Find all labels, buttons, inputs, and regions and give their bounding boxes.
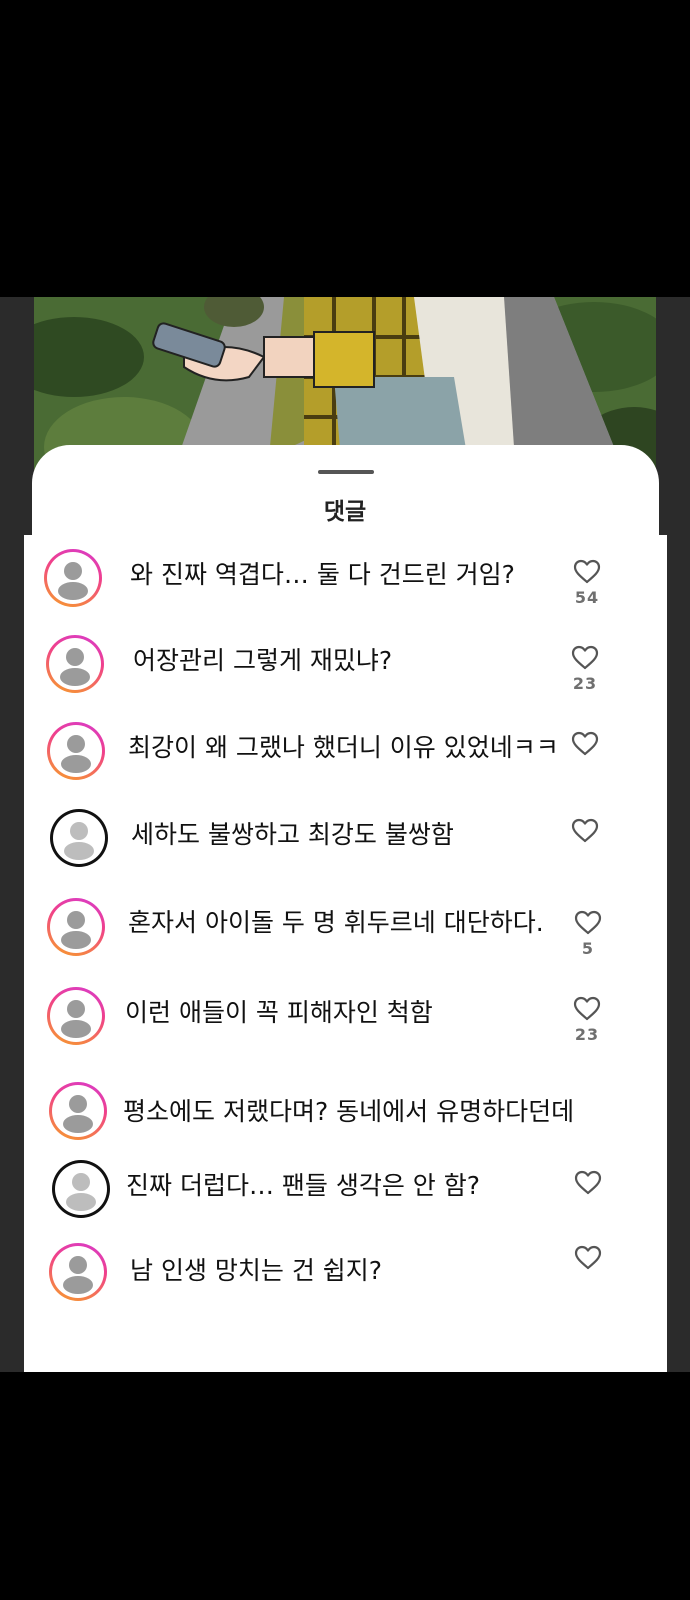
- user-icon: [52, 1246, 104, 1298]
- avatar[interactable]: [47, 722, 105, 780]
- like-count: 23: [572, 674, 598, 693]
- like-button[interactable]: 5: [568, 910, 608, 958]
- drag-handle[interactable]: [318, 470, 374, 474]
- comment-text: 평소에도 저랬다며? 동네에서 유명하다던데: [123, 1097, 575, 1126]
- like-button[interactable]: 23: [567, 996, 607, 1044]
- comment-text: 진짜 더럽다… 팬들 생각은 안 함?: [126, 1171, 481, 1200]
- avatar[interactable]: [49, 1082, 107, 1140]
- comment-text: 이런 애들이 꼭 피해자인 척함: [125, 998, 433, 1027]
- like-button[interactable]: 23: [565, 645, 605, 693]
- like-count: 5: [581, 939, 595, 958]
- like-button[interactable]: [565, 731, 605, 760]
- comment-item: 최강이 왜 그랬나 했더니 이유 있었네ㅋㅋ: [0, 719, 690, 799]
- like-count: 23: [574, 1025, 600, 1044]
- comment-item: 어장관리 그렇게 재밌냐? 23: [0, 633, 690, 713]
- heart-icon: [574, 910, 602, 935]
- avatar[interactable]: [50, 809, 108, 867]
- user-icon: [49, 638, 101, 690]
- comment-item: 와 진짜 역겹다… 둘 다 건드린 거임? 54: [0, 546, 690, 626]
- heart-icon: [571, 645, 599, 670]
- like-button[interactable]: [568, 1245, 608, 1274]
- avatar[interactable]: [47, 898, 105, 956]
- heart-icon: [574, 1245, 602, 1270]
- comment-text: 세하도 불쌍하고 최강도 불쌍함: [131, 820, 454, 849]
- comment-item: 진짜 더럽다… 팬들 생각은 안 함?: [0, 1157, 690, 1237]
- user-icon: [53, 812, 105, 864]
- comment-item: 혼자서 아이돌 두 명 휘두르네 대단하다. 5: [0, 895, 690, 975]
- heart-icon: [571, 731, 599, 756]
- comment-text: 최강이 왜 그랬나 했더니 이유 있었네ㅋㅋ: [128, 733, 559, 762]
- like-count: 54: [574, 588, 600, 607]
- user-icon: [50, 990, 102, 1042]
- user-icon: [47, 552, 99, 604]
- comment-text: 남 인생 망치는 건 쉽지?: [130, 1256, 383, 1285]
- comment-item: 남 인생 망치는 건 쉽지?: [0, 1233, 690, 1313]
- heart-icon: [571, 818, 599, 843]
- comment-text: 혼자서 아이돌 두 명 휘두르네 대단하다.: [128, 908, 544, 937]
- comment-item: 이런 애들이 꼭 피해자인 척함 23: [0, 984, 690, 1064]
- heart-icon: [573, 559, 601, 584]
- like-button[interactable]: 54: [567, 559, 607, 607]
- heart-icon: [573, 996, 601, 1021]
- comment-item: 세하도 불쌍하고 최강도 불쌍함: [0, 806, 690, 886]
- like-button[interactable]: [565, 818, 605, 847]
- comment-item: 평소에도 저랬다며? 동네에서 유명하다던데: [0, 1069, 690, 1149]
- user-icon: [50, 901, 102, 953]
- user-icon: [52, 1085, 104, 1137]
- avatar[interactable]: [44, 549, 102, 607]
- sheet-title: 댓글: [323, 499, 367, 525]
- comment-text: 와 진짜 역겹다… 둘 다 건드린 거임?: [130, 560, 515, 589]
- like-button[interactable]: [568, 1170, 608, 1199]
- user-icon: [55, 1163, 107, 1215]
- avatar[interactable]: [52, 1160, 110, 1218]
- user-icon: [50, 725, 102, 777]
- avatar[interactable]: [46, 635, 104, 693]
- heart-icon: [574, 1170, 602, 1195]
- comment-text: 어장관리 그렇게 재밌냐?: [133, 646, 393, 675]
- avatar[interactable]: [47, 987, 105, 1045]
- avatar[interactable]: [49, 1243, 107, 1301]
